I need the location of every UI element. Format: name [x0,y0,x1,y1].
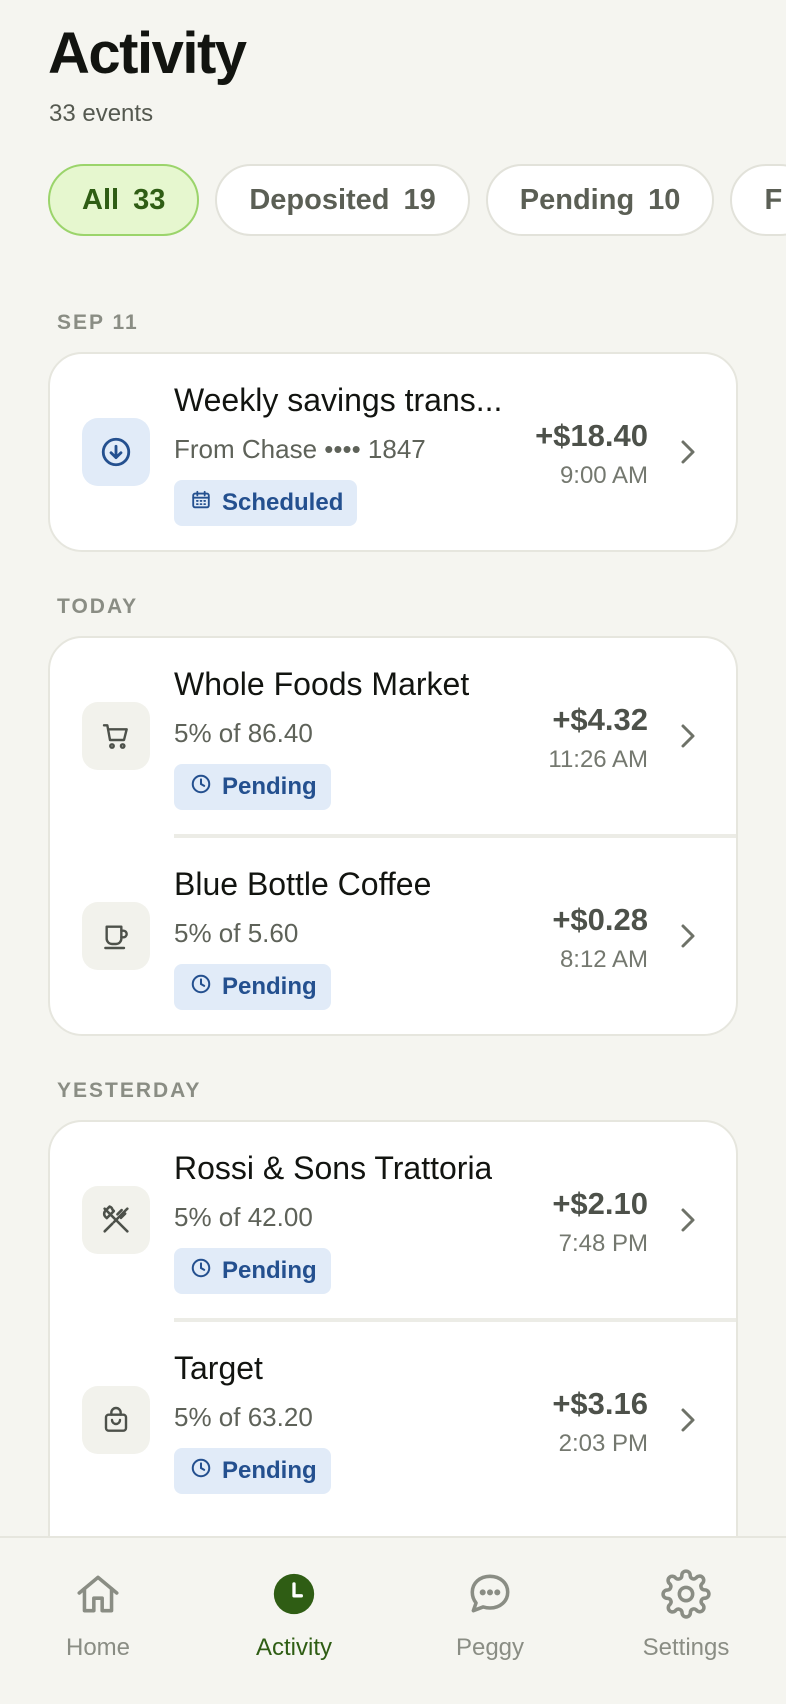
row-subtitle: From Chase •••• 1847 [174,434,426,464]
activity-row[interactable]: Target 5% of 63.20 Pending +$3.16 2:03 P… [50,1318,736,1514]
clock-icon [190,1257,212,1286]
row-title: Weekly savings trans... [174,382,503,418]
chip-count: 10 [648,183,681,216]
status-badge: Pending [174,1448,331,1494]
section-label-today: TODAY [57,595,139,618]
tab-label: Settings [642,1634,730,1661]
clock-filled-icon [268,1568,320,1620]
activity-card: Whole Foods Market 5% of 86.40 Pending +… [48,636,738,1036]
activity-card: Rossi & Sons Trattoria 5% of 42.00 Pendi… [48,1120,738,1600]
chip-label: Deposited [249,183,390,216]
row-amount: +$3.16 [552,1386,648,1421]
section-label-yesterday: YESTERDAY [57,1079,202,1102]
row-title: Whole Foods Market [174,666,470,702]
chip-label: F [764,183,783,216]
shopping-bag-icon [82,1386,150,1454]
tab-home[interactable]: Home [0,1568,196,1662]
tab-label: Peggy [455,1634,525,1661]
activity-row[interactable]: Weekly savings trans... From Chase •••• … [50,354,736,550]
row-subtitle: 5% of 5.60 [174,918,299,948]
row-time: 2:03 PM [558,1430,648,1457]
filter-chips: All 33 Deposited 19 Pending 10 F [48,164,786,236]
row-title: Rossi & Sons Trattoria [174,1150,493,1186]
chevron-right-icon [676,1206,700,1234]
row-title: Target [174,1350,263,1386]
status-badge: Pending [174,764,331,810]
badge-label: Pending [222,773,317,800]
filter-chip-pending[interactable]: Pending 10 [485,164,715,236]
tab-label: Activity [255,1634,332,1661]
activity-row[interactable]: Blue Bottle Coffee 5% of 5.60 Pending +$… [50,834,736,1030]
filter-chip-all[interactable]: All 33 [48,164,200,236]
activity-row[interactable]: Rossi & Sons Trattoria 5% of 42.00 Pendi… [50,1122,736,1318]
tab-activity[interactable]: Activity [196,1568,392,1662]
home-icon [72,1568,124,1620]
filter-chip-more[interactable]: F [730,164,786,236]
clock-icon [190,1457,212,1486]
chip-count: 19 [403,183,436,216]
badge-label: Scheduled [222,489,344,516]
row-time: 11:26 AM [548,746,648,773]
clock-icon [190,773,212,802]
utensils-icon [82,1186,150,1254]
coffee-cup-icon [82,902,150,970]
tab-settings[interactable]: Settings [588,1568,784,1662]
row-amount: +$4.32 [552,702,648,737]
row-title: Blue Bottle Coffee [174,866,432,902]
badge-label: Pending [222,1457,317,1484]
activity-card: Weekly savings trans... From Chase •••• … [48,352,738,552]
row-time: 7:48 PM [558,1230,648,1257]
tab-bar: Home Activity Peggy Settings [0,1536,786,1704]
status-badge: Pending [174,1248,331,1294]
section-label-sep-11: SEP 11 [57,311,139,334]
badge-label: Pending [222,1257,317,1284]
row-subtitle: 5% of 42.00 [174,1202,313,1232]
chevron-right-icon [676,722,700,750]
tab-peggy[interactable]: Peggy [392,1568,588,1662]
gear-icon [660,1568,712,1620]
chip-label: Pending [519,183,635,216]
row-time: 9:00 AM [559,462,648,489]
chevron-right-icon [676,438,700,466]
row-amount: +$18.40 [535,418,648,453]
cart-icon [82,702,150,770]
activity-row[interactable]: Whole Foods Market 5% of 86.40 Pending +… [50,638,736,834]
tab-label: Home [65,1634,131,1661]
row-subtitle: 5% of 86.40 [174,718,313,748]
chip-label: All [82,183,120,216]
row-amount: +$0.28 [552,902,648,937]
page-title: Activity [48,21,247,86]
row-subtitle: 5% of 63.20 [174,1402,313,1432]
download-circle-icon [82,418,150,486]
row-time: 8:12 AM [559,946,648,973]
page-subtitle: 33 events [49,100,154,127]
status-badge: Scheduled [174,480,358,526]
row-amount: +$2.10 [552,1186,648,1221]
status-badge: Pending [174,964,331,1010]
filter-chip-deposited[interactable]: Deposited 19 [215,164,470,236]
chat-bubble-icon [464,1568,516,1620]
badge-label: Pending [222,973,317,1000]
chevron-right-icon [676,1406,700,1434]
calendar-icon [190,489,212,518]
chevron-right-icon [676,922,700,950]
clock-icon [190,973,212,1002]
chip-count: 33 [133,183,166,216]
